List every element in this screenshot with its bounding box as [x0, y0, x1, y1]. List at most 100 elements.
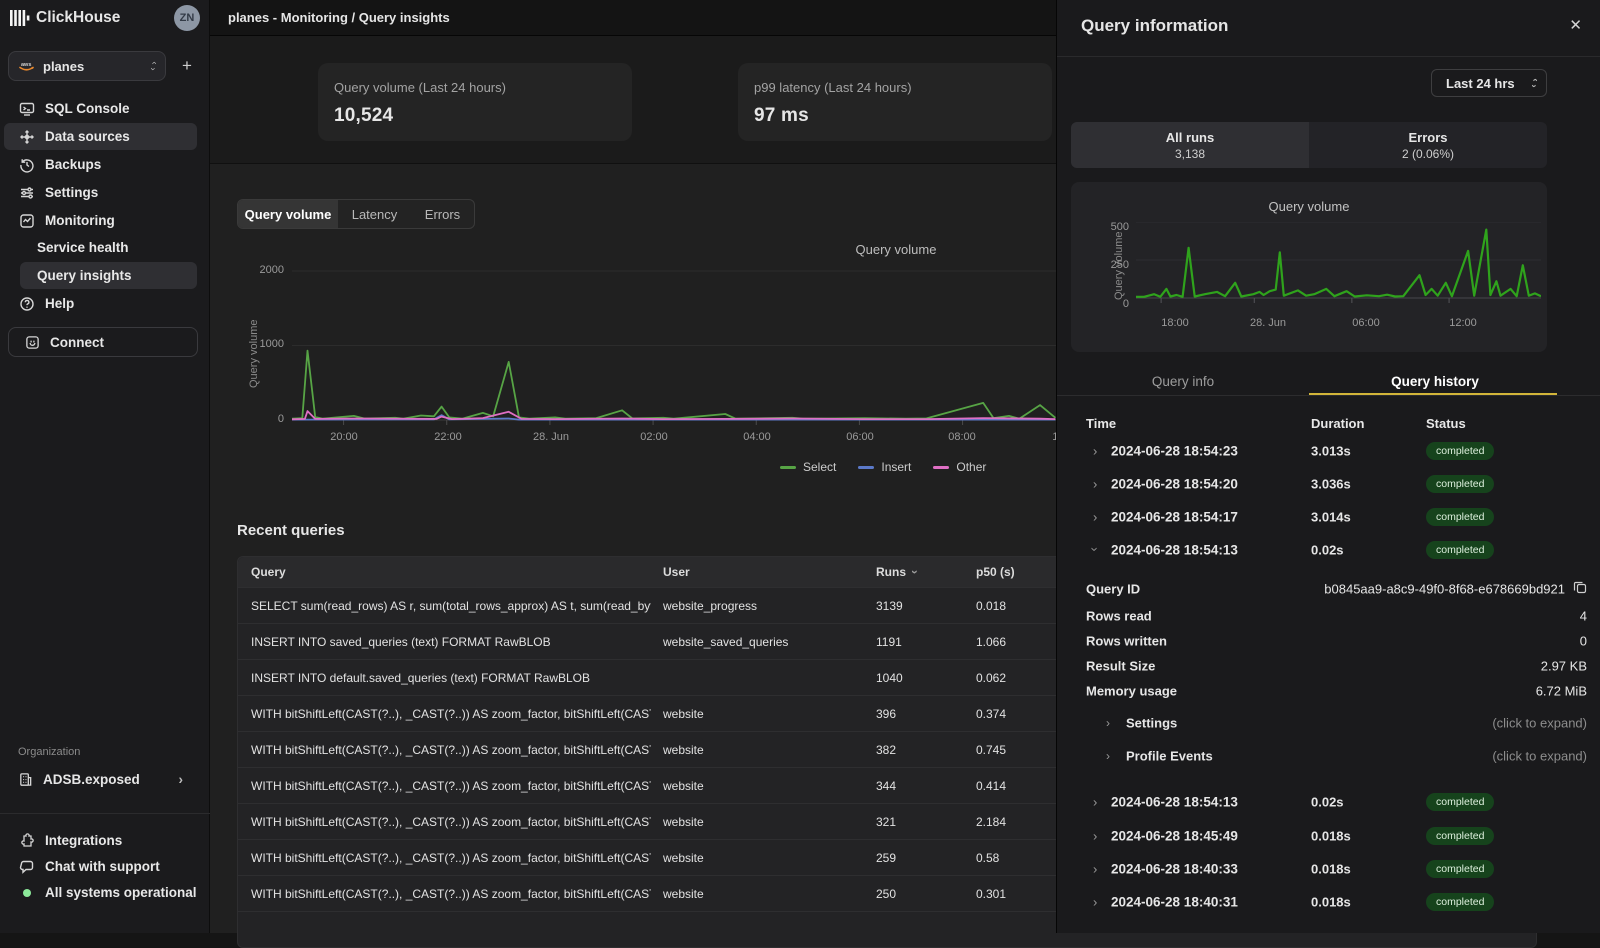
copy-icon[interactable]	[1573, 580, 1587, 594]
sidebar-item-label: Service health	[37, 240, 129, 255]
toggle-all-runs[interactable]: All runs 3,138	[1071, 122, 1309, 168]
chevron-right-icon[interactable]: ›	[1093, 794, 1097, 809]
sidebar-item-sql-console[interactable]: SQL Console	[4, 95, 197, 122]
cell-runs: 344	[876, 779, 896, 793]
status-badge: completed	[1426, 793, 1494, 811]
status-label: All systems operational	[45, 885, 197, 900]
toggle-label: All runs	[1166, 130, 1214, 145]
sidebar-item-label: SQL Console	[45, 101, 130, 116]
detail-row-profile-events[interactable]: › Profile Events (click to expand)	[1057, 743, 1600, 768]
cell-runs: 382	[876, 743, 896, 757]
chevron-right-icon[interactable]: ›	[1093, 861, 1097, 876]
history-row-expanded[interactable]: › 2024-06-28 18:54:13 0.02s completed	[1057, 533, 1600, 566]
organization-name: ADSB.exposed	[43, 772, 140, 787]
sidebar-item-monitoring[interactable]: Monitoring	[4, 207, 197, 234]
detail-label: Rows read	[1086, 608, 1152, 623]
history-time: 2024-06-28 18:54:17	[1111, 509, 1238, 524]
connect-button[interactable]: Connect	[8, 327, 198, 357]
y-tick: 1000	[240, 338, 284, 350]
chevron-right-icon[interactable]: ›	[1093, 828, 1097, 843]
x-tick: 18:00	[1147, 317, 1203, 329]
cell-p50: 0.301	[976, 887, 1006, 901]
chart-tabs: Query volume Latency Errors	[237, 199, 475, 229]
mini-chart-card: Query volume Query volume 500 250 0 18:0…	[1071, 182, 1547, 352]
history-row[interactable]: › 2024-06-28 18:54:23 3.013s completed	[1057, 434, 1600, 467]
close-icon[interactable]: ✕	[1569, 16, 1582, 34]
chevron-right-icon[interactable]: ›	[1093, 476, 1097, 491]
sidebar-item-integrations[interactable]: Integrations	[4, 827, 197, 854]
legend-item-other[interactable]: Other	[933, 460, 986, 474]
history-time: 2024-06-28 18:54:13	[1111, 542, 1238, 557]
tab-errors[interactable]: Errors	[411, 200, 474, 228]
chevron-right-icon[interactable]: ›	[1093, 509, 1097, 524]
cell-query: INSERT INTO saved_queries (text) FORMAT …	[251, 635, 651, 649]
cell-p50: 0.062	[976, 671, 1006, 685]
sidebar-item-query-insights[interactable]: Query insights	[20, 262, 197, 289]
sidebar-item-system-status[interactable]: All systems operational	[4, 879, 197, 906]
organization-item[interactable]: ADSB.exposed ›	[4, 766, 197, 793]
chevron-updown-icon: ››	[1533, 77, 1536, 89]
history-row[interactable]: › 2024-06-28 18:40:33 0.018s completed	[1057, 852, 1600, 885]
avatar[interactable]: ZN	[174, 5, 200, 31]
history-row[interactable]: › 2024-06-28 18:45:49 0.018s completed	[1057, 819, 1600, 852]
integrations-puzzle-icon	[18, 832, 35, 849]
tab-latency[interactable]: Latency	[338, 200, 411, 228]
cell-user: website_saved_queries	[663, 635, 788, 649]
history-duration: 3.014s	[1311, 509, 1351, 524]
tab-query-info[interactable]: Query info	[1057, 368, 1309, 395]
history-row[interactable]: › 2024-06-28 18:54:13 0.02s completed	[1057, 785, 1600, 818]
col-user[interactable]: User	[663, 565, 690, 579]
history-row[interactable]: › 2024-06-28 18:40:31 0.018s completed	[1057, 885, 1600, 918]
detail-label: Memory usage	[1086, 683, 1177, 698]
toggle-errors[interactable]: Errors 2 (0.06%)	[1309, 122, 1547, 168]
cell-p50: 0.58	[976, 851, 999, 865]
history-row[interactable]: › 2024-06-28 18:54:20 3.036s completed	[1057, 467, 1600, 500]
sidebar-item-service-health[interactable]: Service health	[4, 234, 197, 261]
x-tick: 06:00	[1338, 317, 1394, 329]
legend-item-insert[interactable]: Insert	[858, 460, 911, 474]
detail-label: Query ID	[1086, 581, 1140, 596]
sidebar-item-help[interactable]: Help	[4, 290, 197, 317]
mini-query-volume-chart[interactable]	[1136, 222, 1541, 312]
cell-user: website_progress	[663, 599, 757, 613]
settings-sliders-icon	[18, 184, 35, 201]
col-runs[interactable]: Runs ›	[876, 565, 917, 579]
stat-card-p99-latency: p99 latency (Last 24 hours) 97 ms	[738, 63, 1052, 141]
detail-row-settings[interactable]: › Settings (click to expand)	[1057, 710, 1600, 735]
history-duration: 0.018s	[1311, 861, 1351, 876]
breadcrumb: planes - Monitoring / Query insights	[228, 10, 450, 25]
x-tick: 28. Jun	[1240, 317, 1296, 329]
time-range-select[interactable]: Last 24 hrs ››	[1431, 69, 1547, 97]
col-query[interactable]: Query	[251, 565, 651, 579]
sidebar-item-backups[interactable]: Backups	[4, 151, 197, 178]
tab-query-volume[interactable]: Query volume	[238, 200, 338, 228]
sidebar-item-label: Integrations	[45, 833, 122, 848]
history-row[interactable]: › 2024-06-28 18:54:17 3.014s completed	[1057, 500, 1600, 533]
data-sources-icon	[18, 128, 35, 145]
chevron-right-icon[interactable]: ›	[1093, 894, 1097, 909]
organization-section-label: Organization	[18, 746, 80, 758]
runs-errors-toggle: All runs 3,138 Errors 2 (0.06%)	[1071, 122, 1547, 168]
detail-row-result-size: Result Size 2.97 KB	[1057, 653, 1600, 678]
tab-query-history[interactable]: Query history	[1309, 368, 1561, 395]
chevron-right-icon[interactable]: ›	[1093, 443, 1097, 458]
history-duration: 3.036s	[1311, 476, 1351, 491]
sort-chevron-icon: ›	[908, 570, 922, 574]
settings-expander: Settings	[1126, 715, 1177, 730]
cell-runs: 321	[876, 815, 896, 829]
cell-user: website	[663, 743, 704, 757]
sidebar-item-chat-support[interactable]: Chat with support	[4, 853, 197, 880]
workspace-name: planes	[43, 59, 143, 74]
sidebar-item-settings[interactable]: Settings	[4, 179, 197, 206]
stat-card-query-volume: Query volume (Last 24 hours) 10,524	[318, 63, 632, 141]
col-p50[interactable]: p50 (s)	[976, 565, 1015, 579]
add-workspace-button[interactable]: +	[174, 53, 200, 79]
legend-item-select[interactable]: Select	[780, 460, 836, 474]
cell-runs: 1040	[876, 671, 903, 685]
chevron-down-icon[interactable]: ›	[1088, 547, 1103, 551]
cell-user: website	[663, 851, 704, 865]
workspace-selector[interactable]: aws planes ››	[8, 51, 166, 81]
legend-label: Select	[803, 460, 836, 474]
sidebar-item-data-sources[interactable]: Data sources	[4, 123, 197, 150]
cell-p50: 2.184	[976, 815, 1006, 829]
